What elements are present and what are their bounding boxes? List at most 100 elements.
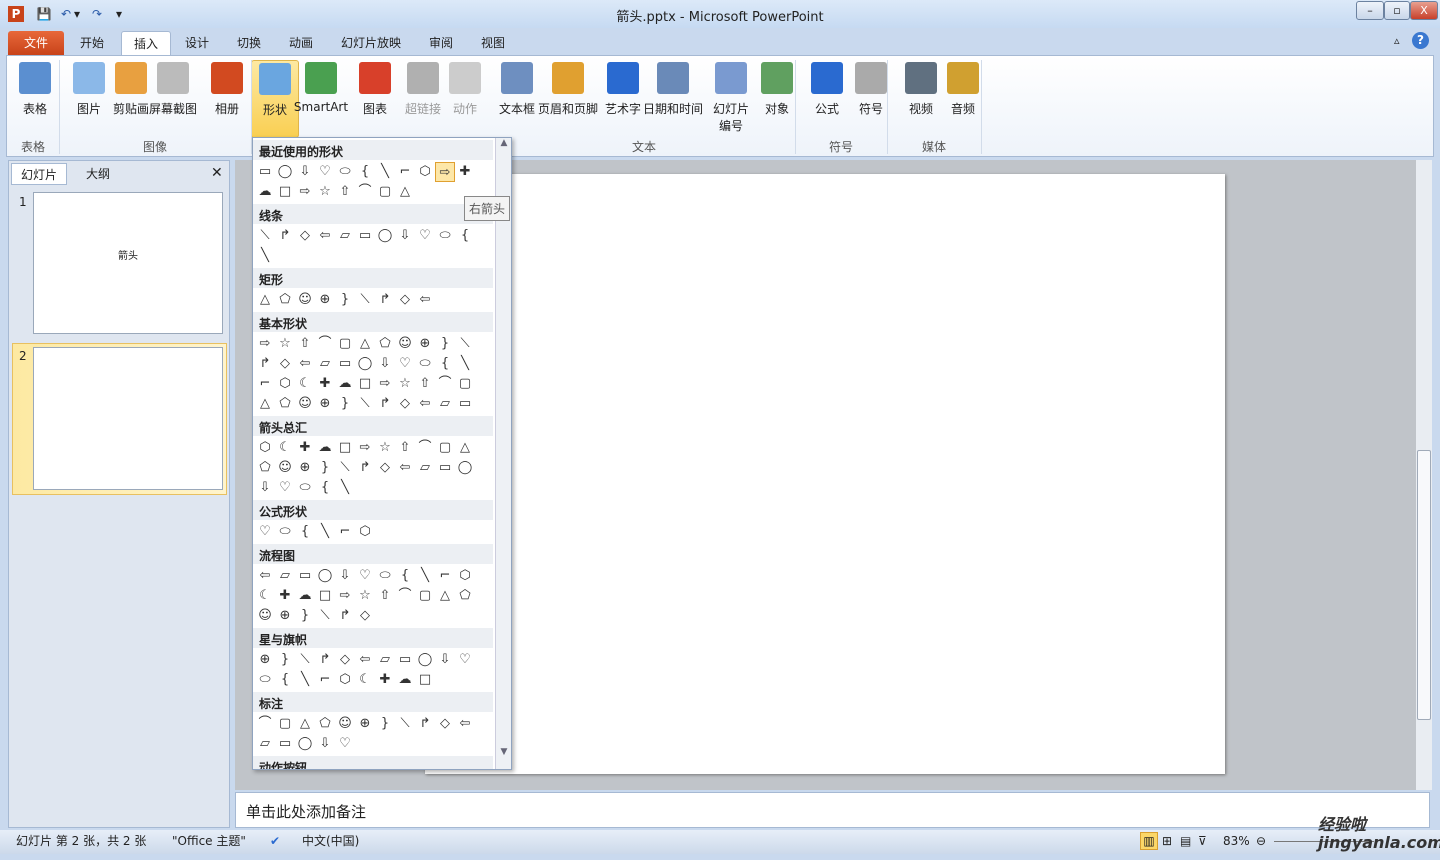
shape-item-icon[interactable]: ▭ (275, 734, 295, 754)
shape-item-icon[interactable]: ☆ (395, 374, 415, 394)
shape-item-icon[interactable]: ⇩ (335, 566, 355, 586)
shape-item-icon[interactable]: ⊕ (255, 650, 275, 670)
shape-item-icon[interactable]: ☁ (395, 670, 415, 690)
shape-item-icon[interactable]: ♡ (255, 522, 275, 542)
language[interactable]: 中文(中国) (302, 830, 359, 852)
shape-item-icon[interactable]: □ (275, 182, 295, 202)
shape-item-icon[interactable]: ⇦ (455, 714, 475, 734)
restore-button[interactable]: ▫ (1384, 1, 1410, 20)
shape-item-icon[interactable]: △ (395, 182, 415, 202)
shape-item-icon[interactable]: ↱ (275, 226, 295, 246)
screenshot-button[interactable]: 屏幕截图 (149, 60, 197, 136)
powerpoint-icon[interactable]: P (8, 6, 24, 22)
close-pane-icon[interactable]: ✕ (211, 165, 223, 181)
tab-slideshow[interactable]: 幻灯片放映 (329, 31, 413, 55)
shape-item-icon[interactable]: { (275, 670, 295, 690)
shape-item-icon[interactable]: ⇩ (255, 478, 275, 498)
shape-item-icon[interactable]: ☺ (295, 394, 315, 414)
shape-item-icon[interactable]: { (315, 478, 335, 498)
wordart-button[interactable]: 艺术字 (599, 60, 647, 136)
tab-view[interactable]: 视图 (469, 31, 517, 55)
undo-dropdown-icon[interactable]: ▾ (72, 6, 82, 22)
equation-button[interactable]: 公式 (803, 60, 851, 136)
shape-item-icon[interactable]: ⟍ (355, 394, 375, 414)
shape-item-icon[interactable]: ⟍ (455, 334, 475, 354)
shape-item-icon[interactable]: ╲ (255, 246, 275, 266)
shape-item-icon[interactable]: ⇧ (415, 374, 435, 394)
shape-item-icon[interactable]: □ (415, 670, 435, 690)
shape-item-icon[interactable]: ⌒ (255, 714, 275, 734)
shape-item-icon[interactable]: } (275, 650, 295, 670)
hyperlink-button[interactable]: 超链接 (399, 60, 447, 136)
shape-item-icon[interactable]: ⌐ (255, 374, 275, 394)
shape-item-icon[interactable]: } (295, 606, 315, 626)
shape-item-icon[interactable]: ⬠ (255, 458, 275, 478)
shape-item-icon[interactable]: ◯ (375, 226, 395, 246)
shape-item-icon[interactable]: ▭ (355, 226, 375, 246)
shape-item-icon[interactable]: { (355, 162, 375, 182)
shape-item-icon[interactable]: ⇧ (375, 586, 395, 606)
reading-view-icon[interactable]: ▤ (1180, 830, 1191, 852)
shape-item-icon[interactable]: △ (455, 438, 475, 458)
shape-item-icon[interactable]: } (435, 334, 455, 354)
shape-item-icon[interactable]: ✚ (375, 670, 395, 690)
shape-item-icon[interactable]: ☆ (375, 438, 395, 458)
shape-item-icon[interactable]: ⇦ (395, 458, 415, 478)
tab-outline[interactable]: 大纲 (69, 163, 127, 185)
shape-item-icon[interactable]: ♡ (315, 162, 335, 182)
notes-pane[interactable]: 单击此处添加备注 (235, 792, 1430, 828)
shape-item-icon[interactable]: ⟍ (395, 714, 415, 734)
shape-item-icon[interactable]: ✚ (315, 374, 335, 394)
shape-item-icon[interactable]: } (335, 290, 355, 310)
shape-item-icon[interactable]: ⌐ (435, 566, 455, 586)
scrollbar-thumb[interactable] (1417, 450, 1431, 720)
shape-item-icon[interactable]: △ (295, 714, 315, 734)
shape-item-icon[interactable]: □ (315, 586, 335, 606)
scroll-up-icon[interactable]: ▲ (496, 138, 511, 148)
spellcheck-icon[interactable]: ✔ (270, 830, 280, 852)
tab-review[interactable]: 审阅 (417, 31, 465, 55)
shape-item-icon[interactable]: ⬡ (415, 162, 435, 182)
table-button[interactable]: 表格 (11, 60, 59, 136)
shape-item-icon[interactable]: ☆ (275, 334, 295, 354)
shape-item-icon[interactable]: ⟍ (335, 458, 355, 478)
shape-item-icon[interactable]: ☁ (255, 182, 275, 202)
picture-button[interactable]: 图片 (65, 60, 113, 136)
minimize-button[interactable]: – (1356, 1, 1384, 20)
shape-item-icon[interactable]: ⬡ (255, 438, 275, 458)
tab-insert[interactable]: 插入 (121, 31, 172, 55)
redo-icon[interactable]: ↷ (89, 6, 105, 22)
shape-item-icon[interactable]: ▢ (415, 586, 435, 606)
shape-item-icon[interactable]: ╲ (455, 354, 475, 374)
shape-item-icon[interactable]: ↱ (375, 394, 395, 414)
shape-item-icon[interactable]: ⊕ (355, 714, 375, 734)
shape-item-icon[interactable]: ✚ (455, 162, 475, 182)
shape-item-icon[interactable]: ◇ (295, 226, 315, 246)
shape-item-icon[interactable]: ▱ (375, 650, 395, 670)
shape-item-icon[interactable]: ▱ (335, 226, 355, 246)
tab-file[interactable]: 文件 (8, 31, 64, 55)
shape-item-icon[interactable]: ◇ (395, 290, 415, 310)
album-button[interactable]: 相册 (203, 60, 251, 136)
shape-item-icon[interactable]: ⇨ (295, 182, 315, 202)
shape-item-icon[interactable]: ↱ (415, 714, 435, 734)
shape-item-icon[interactable]: ⇦ (255, 566, 275, 586)
slide-canvas[interactable] (425, 174, 1225, 774)
shape-item-icon[interactable]: ☾ (355, 670, 375, 690)
shape-item-icon[interactable]: ⇩ (295, 162, 315, 182)
textbox-button[interactable]: 文本框 (493, 60, 541, 136)
zoom-level[interactable]: 83% (1223, 830, 1250, 852)
shape-item-icon[interactable]: ⬡ (355, 522, 375, 542)
shape-item-icon[interactable]: ♡ (455, 650, 475, 670)
shape-item-icon[interactable]: ⬭ (275, 522, 295, 542)
shape-item-icon[interactable]: ⌒ (395, 586, 415, 606)
shape-item-icon[interactable]: ↱ (335, 606, 355, 626)
shape-item-icon[interactable]: ▢ (435, 438, 455, 458)
shape-item-icon[interactable]: ⟍ (255, 226, 275, 246)
shape-item-icon[interactable]: ⊕ (415, 334, 435, 354)
shape-item-icon[interactable]: ☾ (275, 438, 295, 458)
shape-item-icon[interactable]: ⌒ (415, 438, 435, 458)
shape-item-icon[interactable]: ◇ (335, 650, 355, 670)
normal-view-icon[interactable]: ▥ (1140, 832, 1158, 850)
shape-item-icon[interactable]: ▢ (275, 714, 295, 734)
